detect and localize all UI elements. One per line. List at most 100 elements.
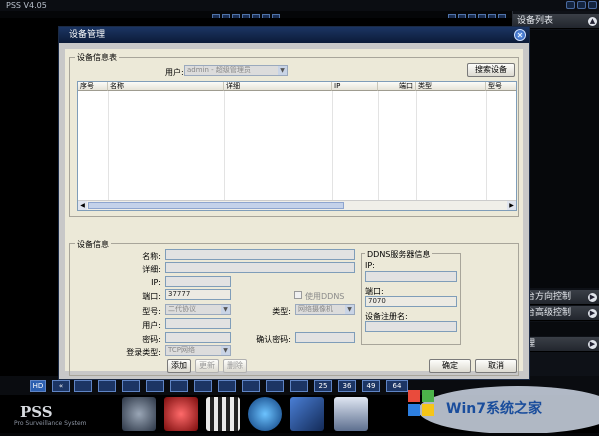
playback-icon[interactable] xyxy=(206,397,240,431)
alarm-icon[interactable] xyxy=(164,397,198,431)
ddns-port-input[interactable]: 7070 xyxy=(365,296,457,307)
login-type-label: 登录类型: xyxy=(126,348,161,357)
layout-9-icon[interactable] xyxy=(170,380,188,392)
dialog-close-button[interactable]: ✕ xyxy=(514,29,526,41)
column-header[interactable]: 名称 xyxy=(108,82,224,91)
layout-6-icon[interactable] xyxy=(122,380,140,392)
layout-36-button[interactable]: 36 xyxy=(338,380,356,392)
login-type-select[interactable]: TCP网络 ▼ xyxy=(165,345,231,356)
watermark-text: Win7系统之家 xyxy=(446,401,542,417)
name-input[interactable] xyxy=(165,249,355,260)
column-header[interactable]: 类型 xyxy=(416,82,486,91)
camera-icon[interactable] xyxy=(122,397,156,431)
column-header[interactable]: IP xyxy=(332,82,378,91)
dialog-title: 设备管理 xyxy=(69,30,106,40)
chevron-down-icon[interactable]: ▼ xyxy=(278,66,287,75)
minimize-icon[interactable] xyxy=(566,1,575,9)
password-input[interactable] xyxy=(165,332,231,343)
device-info-group-label: 设备信息 xyxy=(75,239,111,250)
layout-8-icon[interactable] xyxy=(146,380,164,392)
column-header[interactable]: 端口 xyxy=(378,82,416,91)
column-divider xyxy=(224,91,225,200)
column-header[interactable]: 型号 xyxy=(486,82,516,91)
device-list-group-label: 设备信息表 xyxy=(75,52,119,63)
use-ddns-checkbox[interactable] xyxy=(294,291,302,299)
layout-10-icon[interactable] xyxy=(194,380,212,392)
detail-input[interactable] xyxy=(165,262,355,273)
delete-button[interactable]: 删除 xyxy=(223,359,247,373)
app-title-bar: PSS V4.05 xyxy=(0,0,599,11)
layout-25-button[interactable]: 25 xyxy=(314,380,332,392)
ddns-group-label: DDNS服务器信息 xyxy=(365,249,433,260)
column-divider xyxy=(486,91,487,200)
ok-button[interactable]: 确定 xyxy=(429,359,471,373)
type-label: 类型: xyxy=(272,307,291,316)
login-type-select-value: TCP网络 xyxy=(168,346,195,354)
name-label: 名称: xyxy=(142,252,161,261)
layout-20-icon[interactable] xyxy=(266,380,284,392)
config-icon[interactable] xyxy=(290,397,324,431)
brand-subtitle: Pro Surveillance System xyxy=(14,420,87,427)
port-input[interactable]: 37777 xyxy=(165,289,231,300)
maximize-icon[interactable] xyxy=(577,1,586,9)
dialog-body: 设备信息表 用户: admin - 超级管理员 ▼ 搜索设备 序号 名称 详细 … xyxy=(65,49,523,376)
device-manager-dialog: 设备管理 ✕ 设备信息表 用户: admin - 超级管理员 ▼ 搜索设备 序号… xyxy=(58,26,530,380)
watermark: Win7系统之家 xyxy=(398,380,599,434)
column-divider xyxy=(108,91,109,200)
user-name-input[interactable] xyxy=(165,318,231,329)
ddns-ip-label: IP: xyxy=(365,261,375,270)
layout-1-icon[interactable] xyxy=(74,380,92,392)
chevron-down-icon[interactable]: ▼ xyxy=(345,305,354,314)
layout-4-icon[interactable] xyxy=(98,380,116,392)
confirm-password-input[interactable] xyxy=(295,332,355,343)
brand-logo: PSS xyxy=(20,403,53,421)
type-select-value: 网络摄像机 xyxy=(298,305,333,313)
close-app-icon[interactable] xyxy=(588,1,597,9)
scroll-left-icon[interactable]: ◀ xyxy=(78,201,87,210)
app-title: PSS V4.05 xyxy=(6,1,47,10)
layout-24-icon[interactable] xyxy=(290,380,308,392)
column-header[interactable]: 详细 xyxy=(224,82,332,91)
user-select-value: admin - 超级管理员 xyxy=(187,66,251,74)
chevron-down-icon[interactable]: ▼ xyxy=(221,305,230,314)
layout-13-icon[interactable] xyxy=(218,380,236,392)
ddns-registration-input[interactable] xyxy=(365,321,457,332)
use-ddns-label: 使用DDNS xyxy=(305,292,345,301)
user-label: 用户: xyxy=(165,68,184,77)
layout-manager-icon[interactable] xyxy=(334,397,368,431)
column-divider xyxy=(378,91,379,200)
model-select-value: 二代协议 xyxy=(168,305,196,313)
user-name-label: 用户: xyxy=(142,321,161,330)
device-list-title: 设备列表 xyxy=(517,16,554,26)
scroll-right-icon[interactable]: ▶ xyxy=(507,201,516,210)
chevron-down-icon[interactable]: ▼ xyxy=(221,346,230,355)
horizontal-scrollbar[interactable]: ◀ ▶ xyxy=(78,200,516,210)
type-select[interactable]: 网络摄像机 ▼ xyxy=(295,304,355,315)
cancel-button[interactable]: 取消 xyxy=(475,359,517,373)
model-select[interactable]: 二代协议 ▼ xyxy=(165,304,231,315)
password-label: 密码: xyxy=(142,335,161,344)
chevron-right-icon[interactable]: ▶ xyxy=(588,293,597,302)
hd-button[interactable]: HD xyxy=(30,380,46,392)
model-label: 型号: xyxy=(142,307,161,316)
layout-49-button[interactable]: 49 xyxy=(362,380,380,392)
globe-icon[interactable] xyxy=(248,397,282,431)
ip-input[interactable] xyxy=(165,276,231,287)
device-table[interactable]: 序号 名称 详细 IP 端口 类型 型号 ◀ ▶ xyxy=(77,81,517,211)
user-select[interactable]: admin - 超级管理员 ▼ xyxy=(184,65,288,76)
chevron-up-icon[interactable]: ▲ xyxy=(588,17,597,26)
column-divider xyxy=(332,91,333,200)
column-header[interactable]: 序号 xyxy=(78,82,108,91)
chevron-right-icon[interactable]: ▶ xyxy=(588,340,597,349)
column-divider xyxy=(416,91,417,200)
chevron-right-icon[interactable]: ▶ xyxy=(588,309,597,318)
update-button[interactable]: 更新 xyxy=(195,359,219,373)
ddns-ip-input[interactable] xyxy=(365,271,457,282)
prev-page-icon[interactable]: « xyxy=(52,380,70,392)
layout-16-icon[interactable] xyxy=(242,380,260,392)
search-devices-button[interactable]: 搜索设备 xyxy=(467,63,515,77)
detail-label: 详细: xyxy=(142,265,161,274)
dialog-title-bar[interactable]: 设备管理 xyxy=(59,27,529,43)
add-button[interactable]: 添加 xyxy=(167,359,191,373)
scrollbar-thumb[interactable] xyxy=(88,202,344,209)
